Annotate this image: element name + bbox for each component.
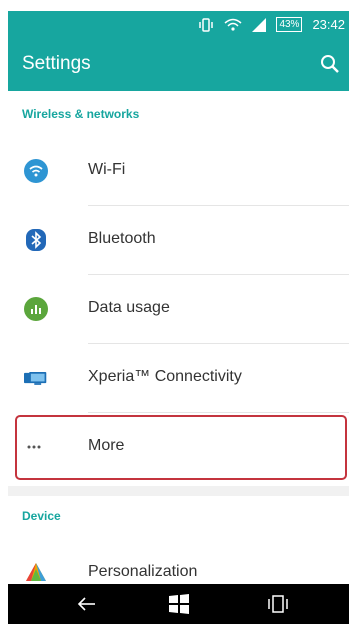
settings-item-label: Wi-Fi [88,161,126,178]
signal-icon [252,17,267,32]
data-usage-icon [24,297,48,321]
settings-item-xperia-connectivity[interactable]: Xperia™ Connectivity [8,344,349,413]
settings-list: Wireless & networks Wi-Fi Bluetooth Data… [8,91,349,584]
page-title: Settings [22,53,91,74]
clock: 23:42 [312,17,345,32]
settings-item-wifi[interactable]: Wi-Fi [8,137,349,206]
status-icons: 43% 23:42 [198,17,345,32]
wifi-status-icon [224,18,242,31]
search-icon[interactable] [319,53,341,75]
navigation-bar [8,584,349,624]
settings-item-data-usage[interactable]: Data usage [8,275,349,344]
settings-item-label: Data usage [88,299,170,316]
back-icon[interactable] [76,593,98,615]
xperia-connectivity-icon [24,372,47,385]
settings-item-label: Xperia™ Connectivity [88,368,242,385]
wifi-icon [24,159,48,183]
settings-item-label: Bluetooth [88,230,156,247]
battery-indicator: 43% [276,17,303,32]
settings-item-bluetooth[interactable]: Bluetooth [8,206,349,275]
app-bar: Settings [8,40,349,91]
status-bar: 43% 23:42 [8,11,349,40]
windows-home-icon[interactable] [168,593,190,615]
highlight-outline [15,415,347,480]
vibrate-icon [199,17,214,32]
task-switcher-icon[interactable] [267,593,289,615]
bluetooth-icon [26,229,46,251]
settings-item-label: Personalization [88,563,198,580]
section-divider [8,486,349,496]
personalization-icon [26,563,46,581]
section-header-wireless: Wireless & networks [22,107,140,121]
section-header-device: Device [22,509,61,523]
settings-item-personalization[interactable]: Personalization [8,539,349,584]
